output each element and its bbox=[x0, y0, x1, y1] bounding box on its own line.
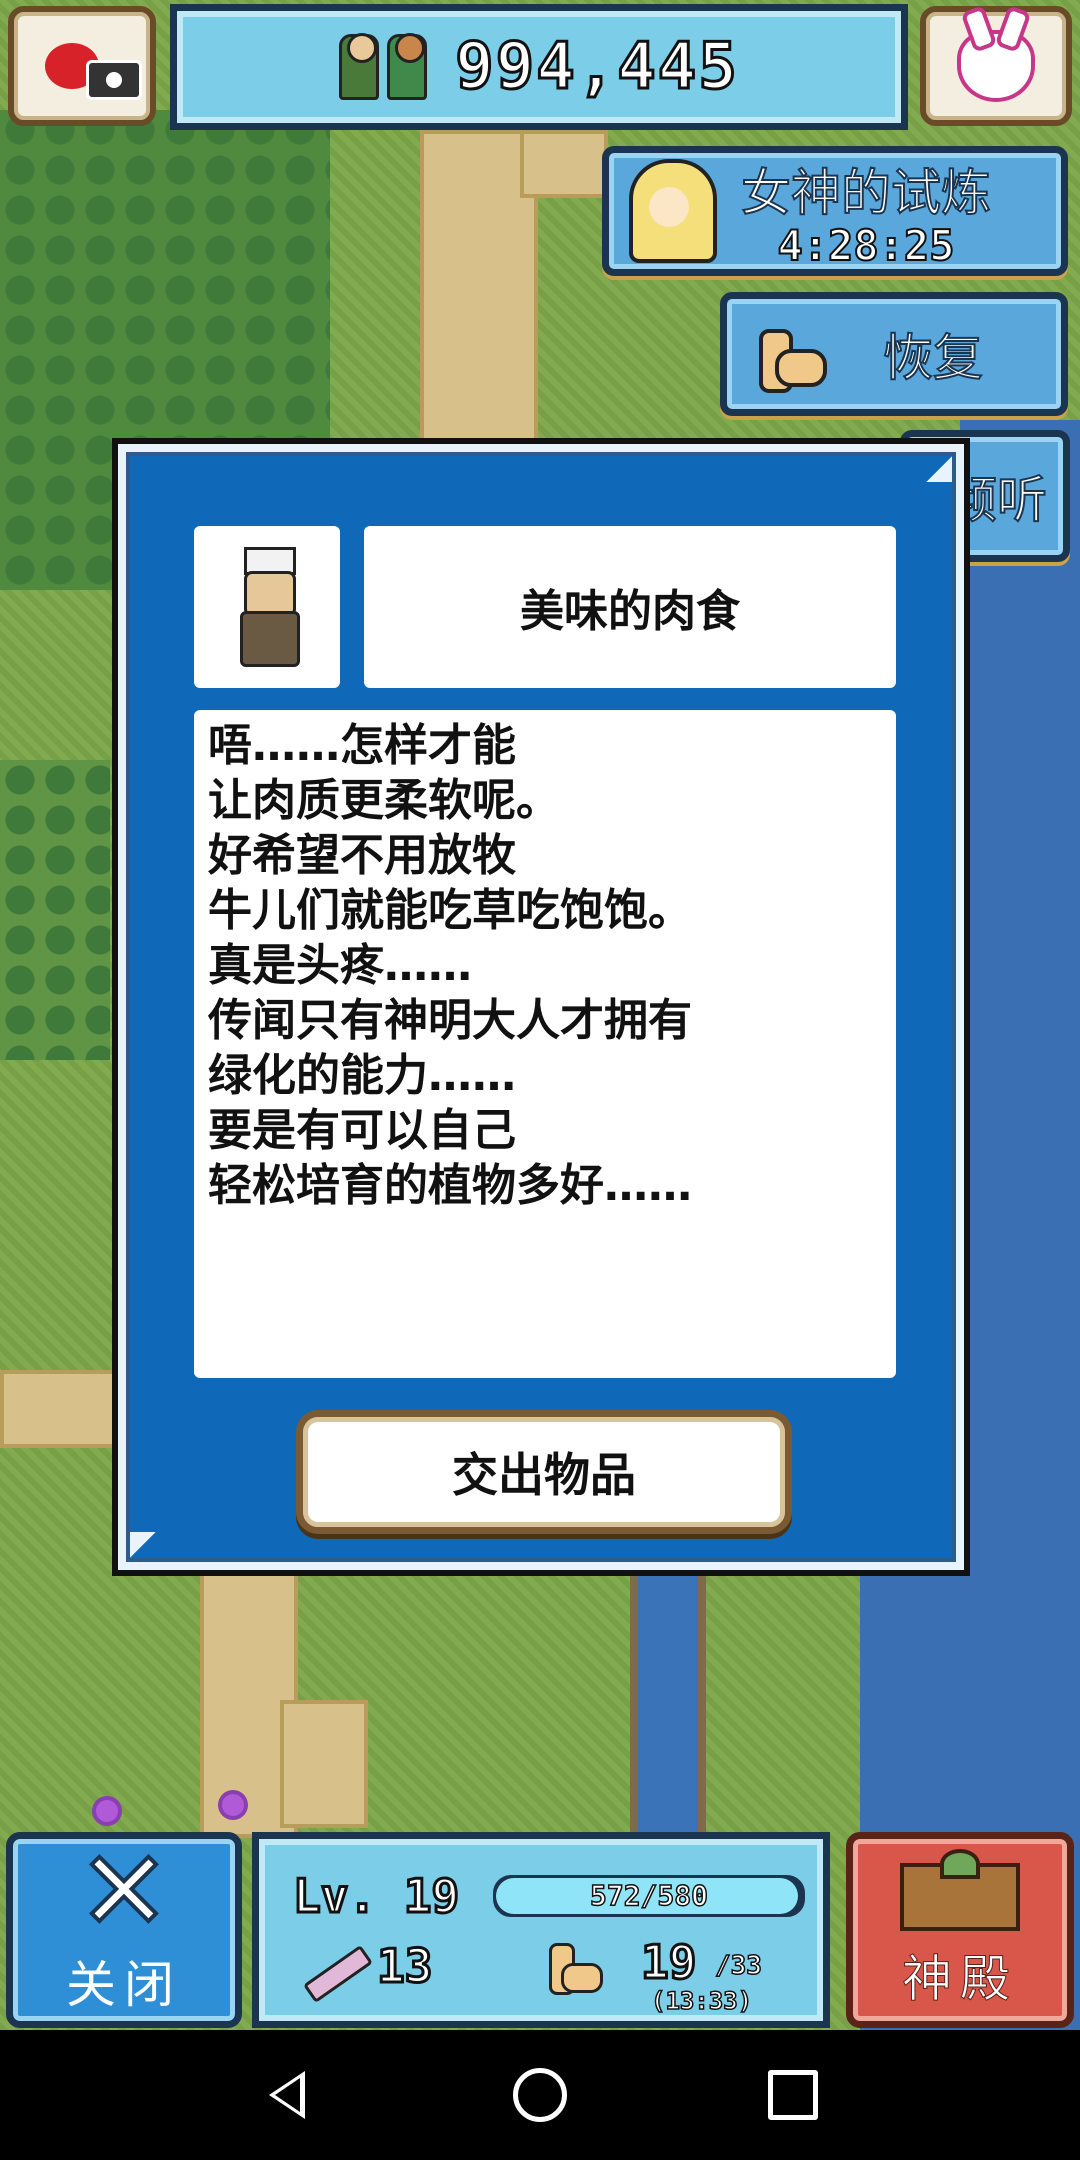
recover-label: 恢复 bbox=[882, 328, 984, 388]
flower-icon bbox=[222, 1794, 244, 1816]
recents-square-icon bbox=[768, 2070, 819, 2120]
nav-recents-button[interactable] bbox=[763, 2065, 823, 2125]
temple-label: 神殿 bbox=[902, 1950, 1018, 2009]
stamina-timer: (13:33) bbox=[650, 1986, 753, 2016]
message-line: 唔……怎样才能 bbox=[208, 720, 516, 771]
currency-value: 994,445 bbox=[454, 29, 739, 106]
dirt-path bbox=[520, 130, 608, 198]
attack-value: 13 bbox=[375, 1938, 433, 1995]
temple-button[interactable]: 神殿 bbox=[846, 1832, 1074, 2028]
trial-timer: 4:28:25 bbox=[776, 220, 955, 271]
close-label: 关闭 bbox=[66, 1956, 182, 2014]
message-line: 好希望不用放牧 bbox=[208, 830, 516, 881]
nav-back-button[interactable] bbox=[257, 2065, 317, 2125]
message-line: 让肉质更柔软呢。 bbox=[208, 775, 560, 826]
stamina-arm-icon bbox=[545, 1937, 603, 1997]
camera-icon bbox=[86, 60, 142, 100]
recover-button[interactable]: 恢复 bbox=[720, 292, 1068, 416]
goddess-trial-button[interactable]: 女神的试炼 4:28:25 bbox=[602, 146, 1068, 276]
muscle-arm-icon bbox=[753, 319, 827, 393]
sword-icon bbox=[297, 1939, 367, 1999]
message-line: 绿化的能力…… bbox=[208, 1050, 516, 1101]
submit-item-button[interactable]: 交出物品 bbox=[296, 1410, 792, 1534]
quest-dialog: 美味的肉食 唔……怎样才能 让肉质更柔软呢。 好希望不用放牧 牛儿们就能吃草吃饱… bbox=[112, 438, 970, 1576]
message-line: 传闻只有神明大人才拥有 bbox=[208, 995, 692, 1046]
close-button[interactable]: ✕ 关闭 bbox=[6, 1832, 242, 2028]
stamina-max: /33 bbox=[714, 1950, 762, 1982]
forest-area bbox=[0, 760, 110, 1060]
dialog-corner bbox=[926, 456, 952, 482]
rabbit-mascot-icon bbox=[957, 30, 1035, 102]
dirt-path bbox=[0, 1370, 128, 1448]
villagers-icon bbox=[339, 33, 428, 100]
npc-portrait bbox=[194, 526, 340, 688]
population-counter: 994,445 bbox=[170, 4, 908, 130]
dirt-path bbox=[280, 1700, 368, 1828]
submit-item-label: 交出物品 bbox=[452, 1448, 636, 1502]
message-line: 真是头疼…… bbox=[208, 940, 472, 991]
quest-title-box: 美味的肉食 bbox=[364, 526, 896, 688]
message-line: 要是有可以自己 bbox=[208, 1105, 516, 1156]
quest-title: 美味的肉食 bbox=[520, 586, 740, 637]
share-camera-button[interactable] bbox=[8, 6, 156, 126]
player-status-panel: Lv. 19 572/580 13 19 /33 (13:33) bbox=[252, 1832, 830, 2028]
quest-message: 唔……怎样才能 让肉质更柔软呢。 好希望不用放牧 牛儿们就能吃草吃饱饱。 真是头… bbox=[194, 710, 896, 1378]
mascot-menu-button[interactable] bbox=[920, 6, 1072, 126]
xp-text: 572/580 bbox=[589, 1878, 709, 1913]
dialog-corner bbox=[130, 1532, 156, 1558]
home-circle-icon bbox=[512, 2068, 567, 2122]
temple-icon bbox=[900, 1849, 1020, 1931]
chef-npc-icon bbox=[234, 547, 300, 667]
goddess-icon bbox=[629, 159, 717, 263]
stamina-current: 19 bbox=[639, 1934, 697, 1991]
trial-title: 女神的试炼 bbox=[740, 163, 992, 223]
message-line: 轻松培育的植物多好…… bbox=[208, 1160, 692, 1211]
close-icon: ✕ bbox=[76, 1827, 172, 1955]
river bbox=[630, 1570, 706, 1840]
flower-icon bbox=[96, 1800, 118, 1822]
system-nav-bar bbox=[0, 2030, 1080, 2160]
back-triangle-icon bbox=[268, 2071, 305, 2119]
nav-home-button[interactable] bbox=[510, 2065, 570, 2125]
message-line: 牛儿们就能吃草吃饱饱。 bbox=[208, 885, 692, 936]
level-label: Lv. 19 bbox=[291, 1868, 460, 1925]
